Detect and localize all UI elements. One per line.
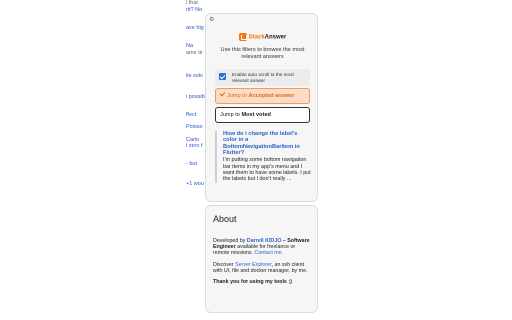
brand-name-answer: Answer [264, 34, 287, 41]
gear-icon[interactable]: ⚙ [209, 16, 214, 23]
about-panel: About Developed by Darrell KIDJO – Softw… [205, 205, 318, 313]
background-link[interactable]: ffect [186, 112, 196, 118]
background-link[interactable]: ile solv [186, 73, 203, 79]
discover-info: Discover Server Explorer, an ssh client … [213, 262, 313, 274]
background-link[interactable]: i possib [186, 94, 205, 100]
stackanswer-logo-icon [238, 33, 247, 41]
jump-most-voted-button[interactable]: Jump to Most voted [215, 107, 310, 123]
contact-link[interactable]: Contact me. [255, 250, 284, 256]
stackanswer-popup: ⚙ StackAnswer Use this filters to browse… [205, 13, 318, 202]
check-icon [219, 90, 226, 97]
jump-voted-prefix: Jump to [220, 112, 242, 118]
dev-prefix: Developed by [213, 238, 247, 244]
background-link[interactable]: ave hig [186, 25, 204, 31]
discover-prefix: Discover [213, 261, 236, 268]
jump-accepted-target: Accepted answer [248, 93, 295, 99]
developer-name-link[interactable]: Darrell KIDJO [247, 238, 281, 244]
question-title-link[interactable]: How do i change the label's color in a B… [223, 131, 311, 156]
brand-logo: StackAnswer [206, 33, 317, 41]
developer-info: Developed by Darrell KIDJO – Software En… [213, 238, 313, 257]
intro-text: Use this filters to browse the most rele… [220, 47, 305, 60]
background-link[interactable]: - but [186, 161, 197, 167]
background-link[interactable]: Poisso [186, 124, 203, 130]
jump-accepted-prefix: Jump to [227, 93, 249, 99]
thanks-text: Thank you for using my tools ;) [213, 279, 292, 286]
autoscroll-label: Enable auto scroll to the most relevant … [232, 72, 294, 83]
background-text-line: ame tir [186, 50, 203, 56]
about-title: About [213, 214, 237, 224]
about-body: Developed by Darrell KIDJO – Software En… [213, 238, 313, 290]
autoscroll-checkbox[interactable] [219, 73, 226, 80]
autoscroll-option[interactable]: Enable auto scroll to the most relevant … [215, 69, 310, 86]
jump-accepted-button[interactable]: Jump to Accepted answer [215, 88, 310, 104]
brand-name-stack: Stack [248, 34, 265, 41]
background-link[interactable]: i zero f [186, 143, 203, 149]
background-link[interactable]: rit? No [186, 7, 202, 13]
jump-voted-target: Most voted [241, 112, 271, 118]
background-link[interactable]: +1 wou [186, 181, 204, 187]
server-explorer-link[interactable]: Server Explorer [235, 262, 272, 268]
question-preview: How do i change the label's color in a B… [215, 131, 311, 183]
background-text-line: l that [186, 0, 198, 6]
question-excerpt: I'm putting some bottom navigation bar i… [223, 157, 311, 183]
background-link[interactable]: Na [186, 43, 193, 49]
